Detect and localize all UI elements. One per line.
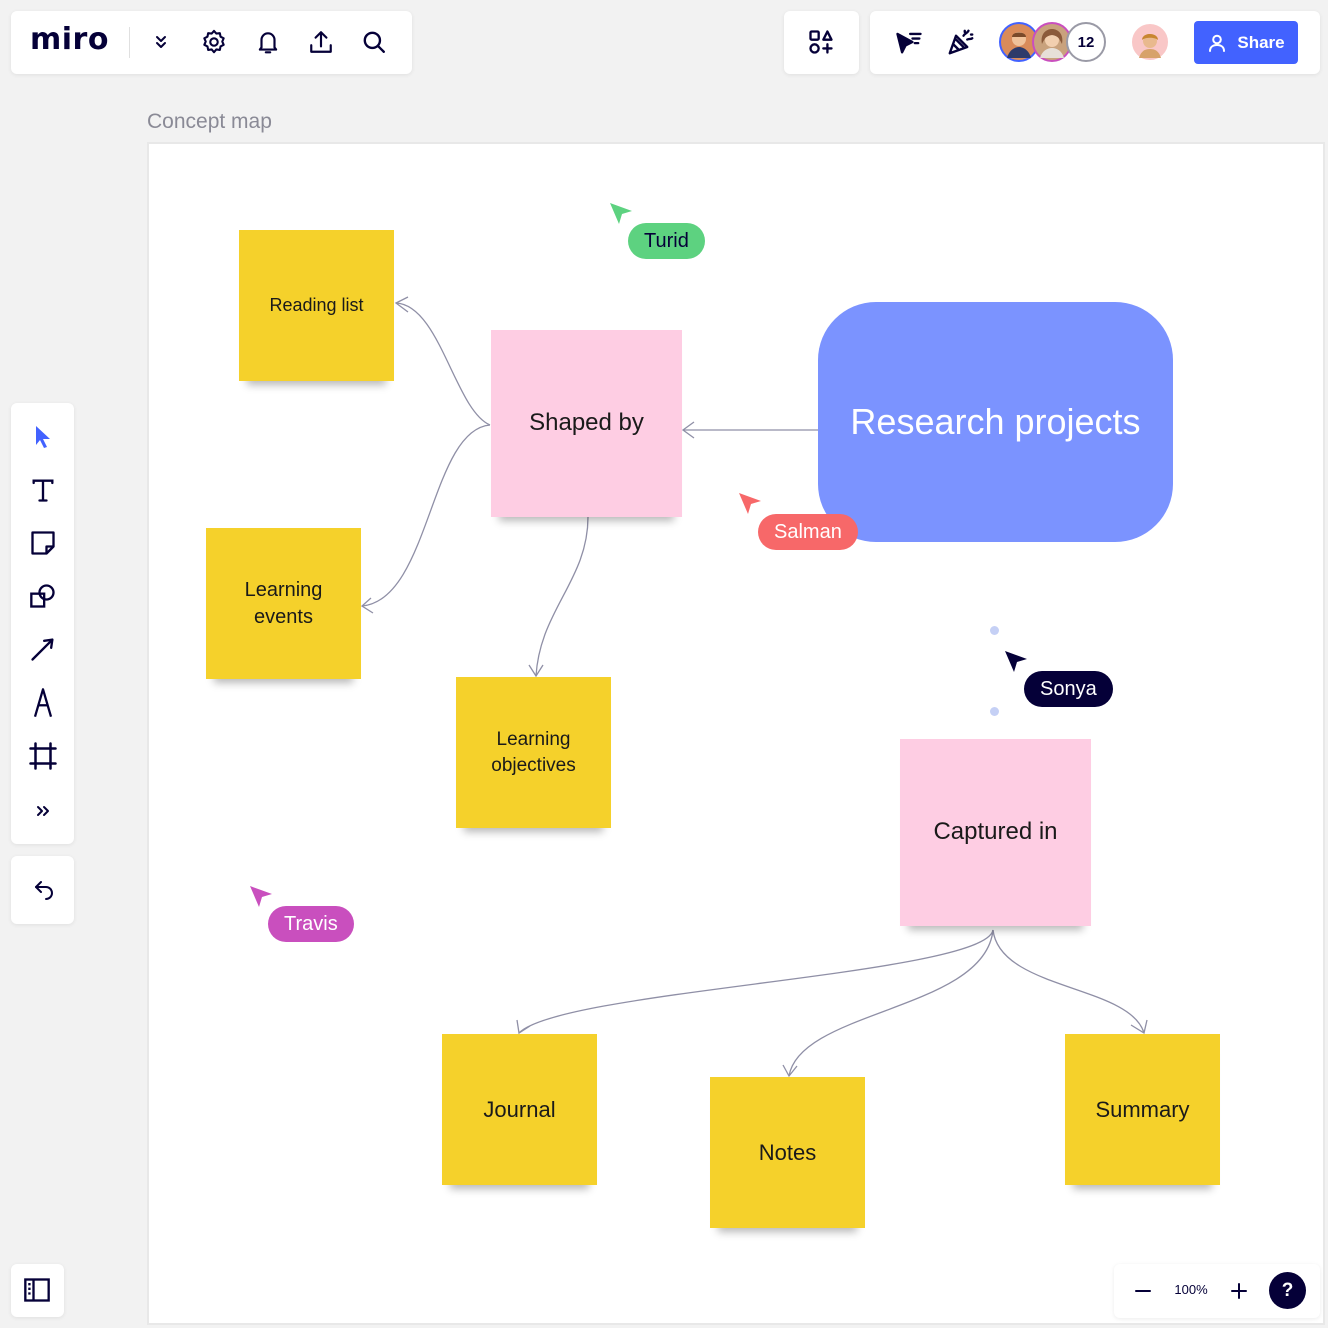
frame-icon[interactable]: [26, 739, 60, 773]
connector-shaped-to-events: [361, 424, 491, 607]
connector-captured-to-notes: [788, 929, 994, 1077]
sticky-text: Journal: [483, 1096, 556, 1122]
connector-captured-to-journal: [518, 929, 994, 1034]
connector-shaped-to-reading: [395, 302, 491, 426]
arrowhead: [1130, 1019, 1148, 1035]
connector-captured-to-summary: [992, 929, 1145, 1034]
sticky-journal[interactable]: Journal: [442, 1034, 597, 1185]
undo-icon[interactable]: [26, 873, 60, 907]
select-icon[interactable]: [26, 420, 60, 454]
sticky-text: Notes: [758, 1139, 817, 1165]
salman-cursor-icon: [739, 493, 761, 514]
pen-icon[interactable]: [26, 685, 60, 721]
zoom-in-icon[interactable]: [1224, 1276, 1254, 1306]
text-icon[interactable]: [26, 473, 60, 507]
more-icon[interactable]: [26, 794, 60, 828]
sticky-text: Summary: [1095, 1096, 1190, 1122]
zoom-level[interactable]: 100%: [1165, 1282, 1217, 1297]
sticky-text: Captured in: [933, 818, 1058, 846]
salman-cursor-label: Salman: [758, 514, 858, 550]
zoom-out-icon[interactable]: [1128, 1276, 1158, 1306]
sticky-text: Learning objectives: [491, 728, 576, 776]
sticky-text: Shaped by: [529, 409, 644, 437]
sticky-notes[interactable]: Notes: [710, 1077, 865, 1228]
research-projects-shape[interactable]: Research projects: [818, 302, 1173, 542]
sticky-note-icon[interactable]: [26, 526, 60, 560]
sonya-cursor-icon: [1005, 651, 1027, 672]
sticky-learning-events[interactable]: Learning events: [206, 528, 361, 679]
arrow-icon[interactable]: [26, 632, 60, 666]
help-button[interactable]: ?: [1269, 1272, 1306, 1309]
sticky-shaped-by[interactable]: Shaped by: [491, 330, 682, 517]
sidebar-icon[interactable]: [20, 1273, 54, 1307]
travis-cursor-icon: [250, 886, 272, 907]
sticky-text: Reading list: [269, 295, 364, 316]
help-label: ?: [1281, 1279, 1294, 1301]
selection-handle: [990, 707, 999, 716]
arrowhead: [516, 1019, 531, 1035]
tools-toolbar: [11, 403, 74, 844]
sticky-learning-objectives[interactable]: Learning objectives: [456, 677, 611, 828]
shapes-icon[interactable]: [26, 579, 60, 613]
selection-handle: [990, 626, 999, 635]
sticky-text: Learning events: [244, 578, 323, 628]
shape-text: Research projects: [850, 401, 1141, 442]
connector-shaped-to-objectives: [535, 516, 589, 677]
sticky-captured-in[interactable]: Captured in: [900, 739, 1091, 926]
sticky-summary[interactable]: Summary: [1065, 1034, 1220, 1185]
travis-cursor-label: Travis: [268, 906, 354, 942]
sonya-cursor-label: Sonya: [1024, 671, 1113, 707]
turid-cursor-label: Turid: [628, 223, 705, 259]
sticky-reading-list[interactable]: Reading list: [239, 230, 394, 381]
turid-cursor-icon: [610, 203, 632, 224]
